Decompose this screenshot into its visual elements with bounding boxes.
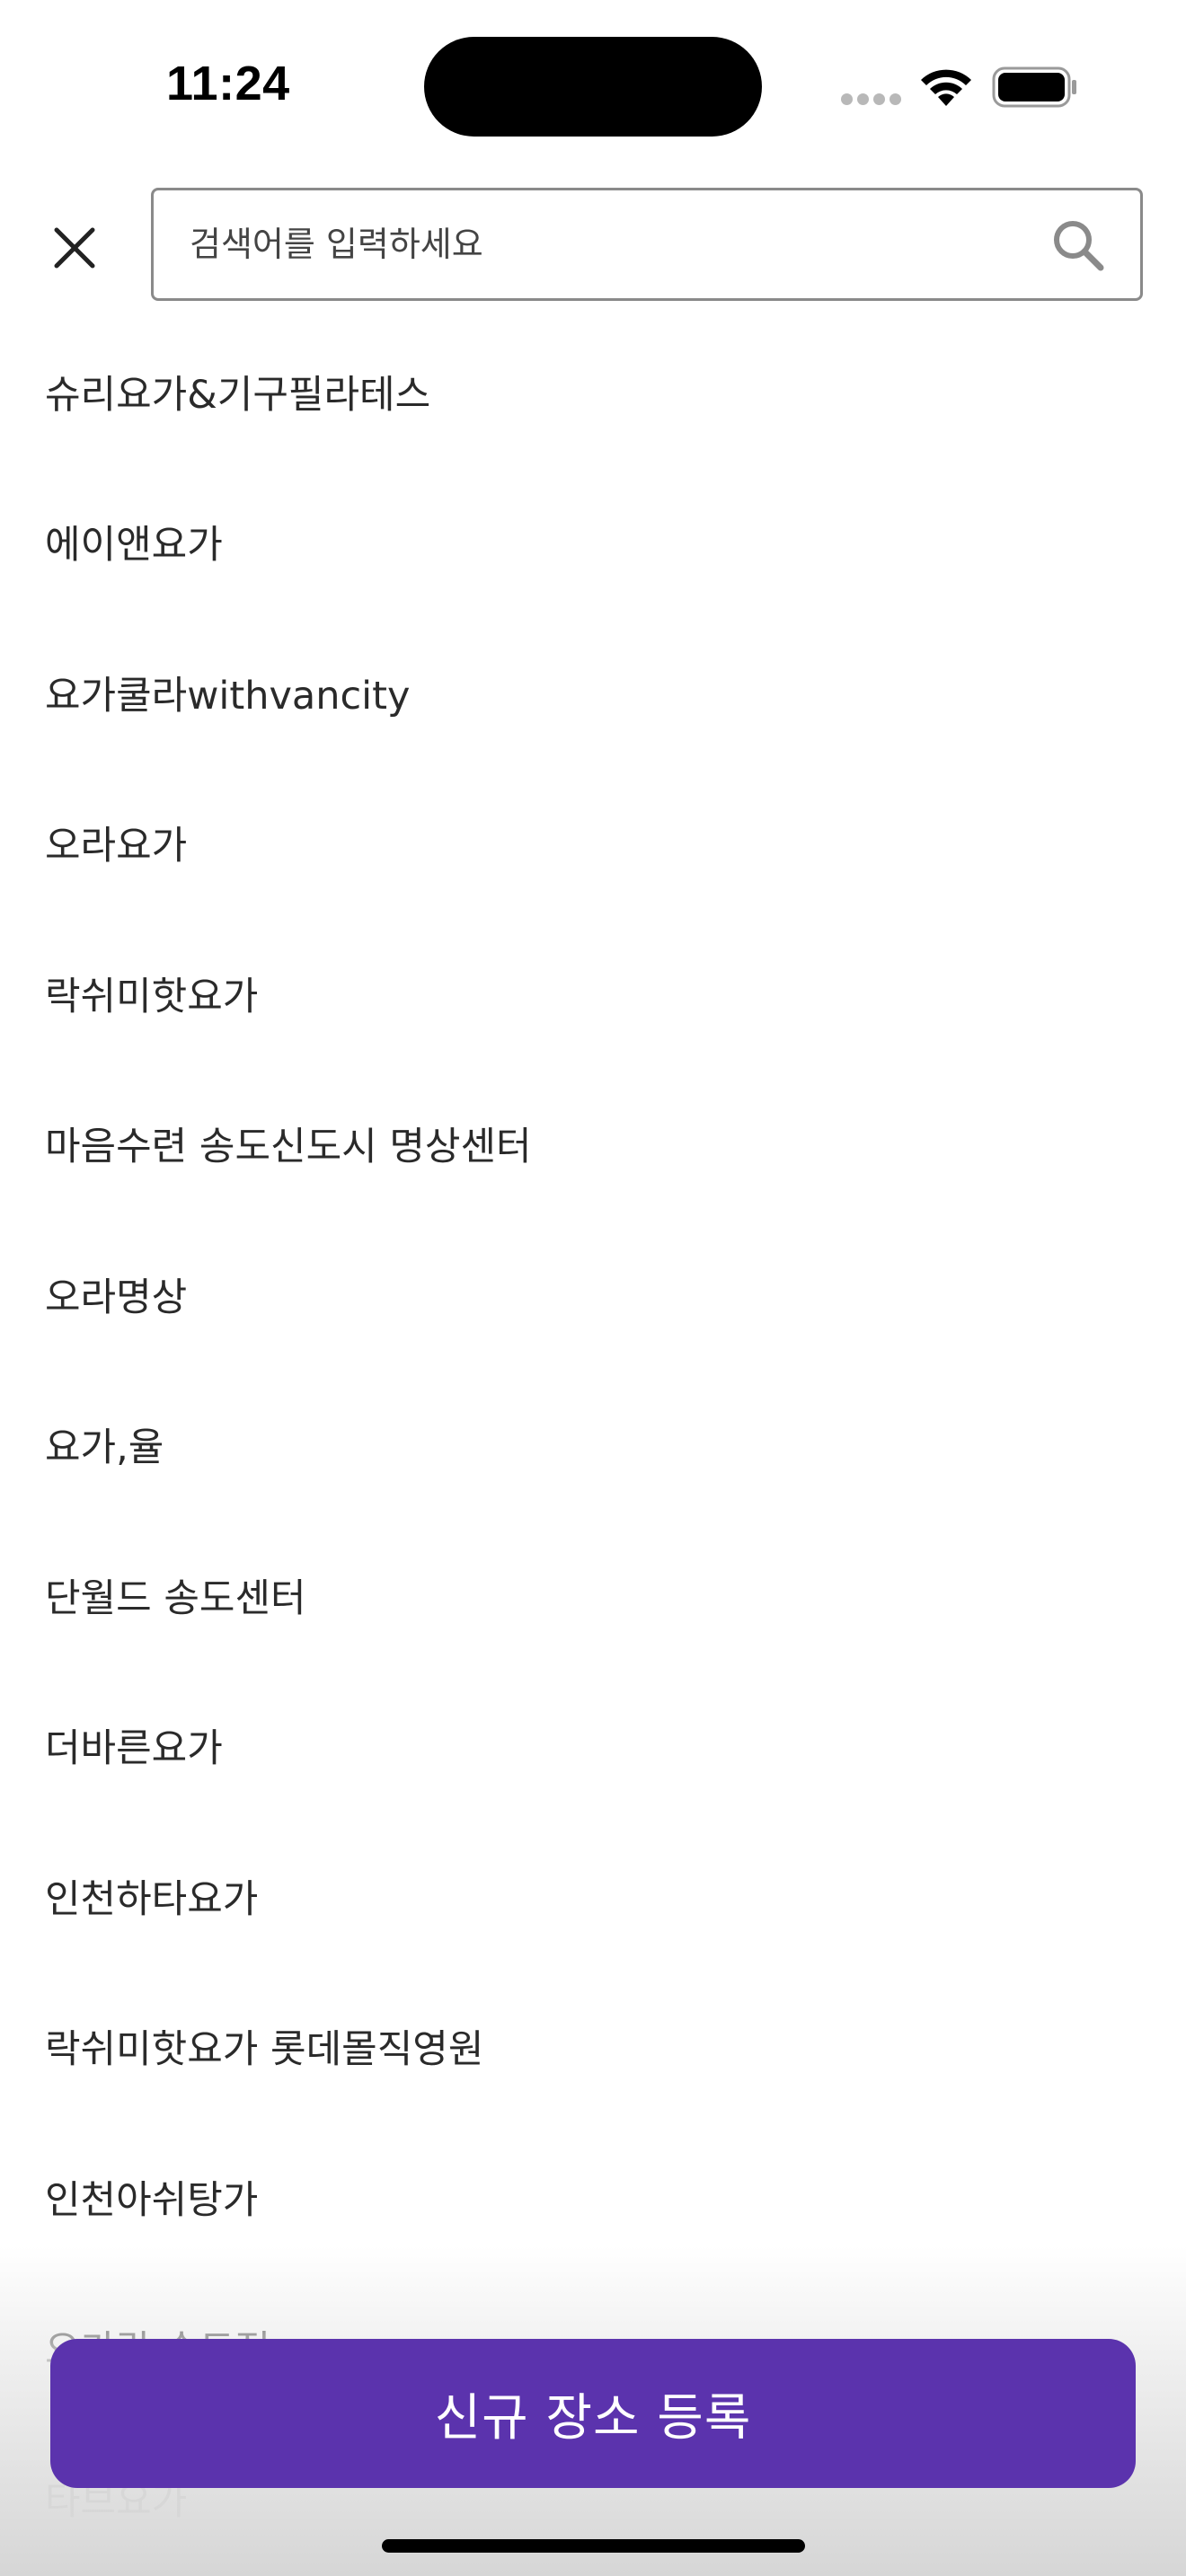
result-list: 슈리요가&기구필라테스 에이앤요가 요가쿨라withvancity 오라요가 락쉬미핫요… <box>0 316 1186 2573</box>
result-item[interactable]: 인천하타요가 <box>0 1821 1186 1972</box>
result-item[interactable]: 단월드 송도센터 <box>0 1520 1186 1671</box>
search-box[interactable] <box>151 188 1143 301</box>
search-icon <box>1054 221 1104 271</box>
dynamic-island <box>424 37 762 137</box>
close-button[interactable] <box>38 211 111 285</box>
screen: 11:24 검색어를 입력하세요 슈리요가&기구필라테스 에이앤요가 요가쿨라w… <box>0 0 1186 2576</box>
status-time: 11:24 <box>166 57 290 110</box>
result-item[interactable]: 락쉬미핫요가 롯데몰직영원 <box>0 1972 1186 2122</box>
result-item[interactable]: 요가쿨라withvancity <box>0 617 1186 768</box>
result-item[interactable]: 오라명상 <box>0 1219 1186 1370</box>
battery-icon <box>992 66 1076 108</box>
search-button[interactable] <box>1050 217 1106 273</box>
search-input[interactable] <box>190 190 1034 298</box>
register-place-button[interactable]: 신규 장소 등록 <box>50 2339 1136 2488</box>
home-indicator <box>382 2539 805 2553</box>
wifi-icon <box>921 69 971 106</box>
result-item[interactable]: 요가,율 <box>0 1370 1186 1521</box>
result-item[interactable]: 인천아쉬탕가 <box>0 2122 1186 2272</box>
result-item[interactable]: 더바른요가 <box>0 1671 1186 1822</box>
result-item[interactable]: 슈리요가&기구필라테스 <box>0 316 1186 467</box>
close-icon <box>54 227 95 269</box>
signal-icon <box>841 93 902 106</box>
result-item[interactable]: 오라요가 <box>0 768 1186 919</box>
result-item[interactable]: 마음수련 송도신도시 명상센터 <box>0 1069 1186 1220</box>
status-bar: 11:24 <box>0 0 1186 171</box>
search-header <box>0 184 1186 301</box>
result-item[interactable]: 에이앤요가 <box>0 467 1186 618</box>
result-item[interactable]: 락쉬미핫요가 <box>0 918 1186 1069</box>
